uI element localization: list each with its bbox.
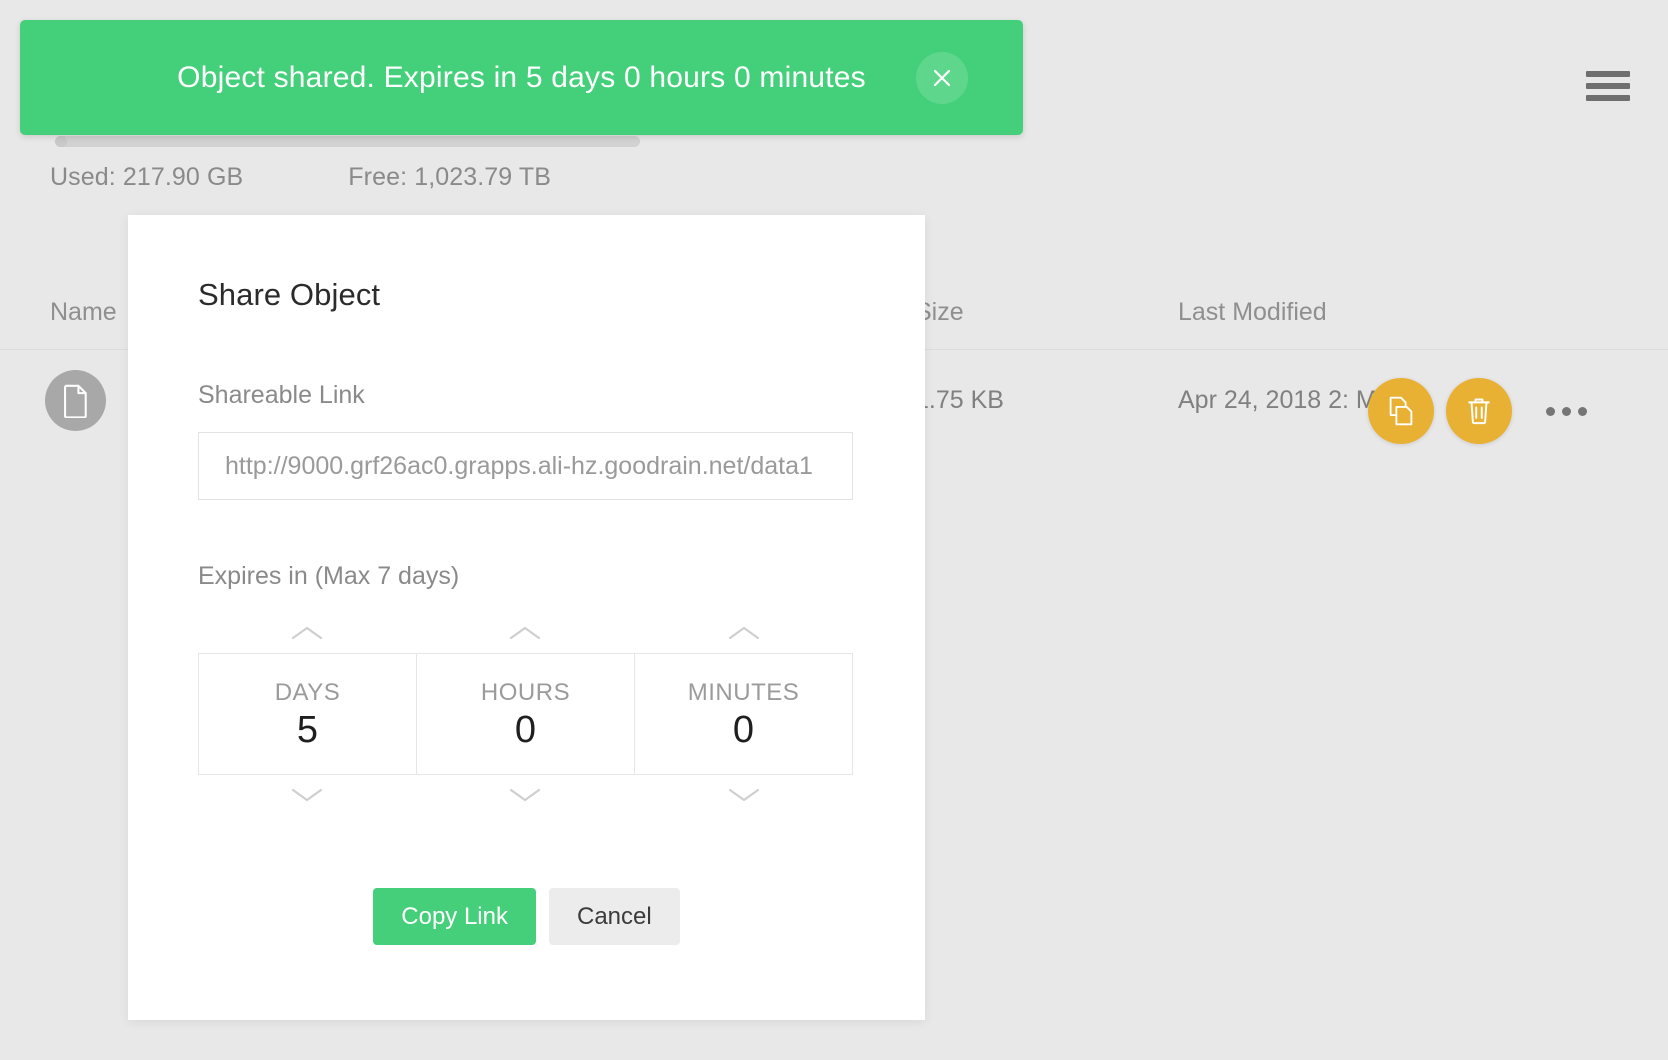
more-dot	[1562, 407, 1571, 416]
column-header-last-modified[interactable]: Last Modified	[1178, 298, 1327, 327]
chevron-up-icon[interactable]	[198, 613, 416, 653]
cell-size: 1.75 KB	[915, 386, 1004, 415]
cell-last-modified: Apr 24, 2018 2: M	[1178, 386, 1377, 415]
toast-message: Object shared. Expires in 5 days 0 hours…	[177, 61, 866, 95]
file-document-icon	[45, 370, 106, 431]
stepper-value-hours: 0	[515, 711, 536, 749]
expires-in-label: Expires in (Max 7 days)	[198, 562, 855, 591]
hamburger-bar	[1586, 95, 1630, 101]
chevron-down-icon[interactable]	[198, 775, 416, 815]
shareable-link-label: Shareable Link	[198, 381, 855, 410]
column-header-name[interactable]: Name	[50, 298, 117, 327]
storage-usage-bar	[55, 136, 640, 147]
hamburger-menu-icon[interactable]	[1586, 66, 1630, 106]
stepper-cell-hours[interactable]: HOURS 0	[417, 654, 635, 774]
storage-used-label: Used: 217.90 GB	[50, 163, 243, 192]
stepper-unit-label: MINUTES	[688, 679, 800, 707]
close-icon[interactable]	[916, 52, 968, 104]
modal-title: Share Object	[198, 277, 855, 313]
stepper-unit-label: DAYS	[275, 679, 341, 707]
storage-stats: Used: 217.90 GB Free: 1,023.79 TB	[50, 163, 551, 192]
chevron-down-icon[interactable]	[416, 775, 634, 815]
share-object-modal: Share Object Shareable Link Expires in (…	[128, 215, 925, 1020]
storage-free-label: Free: 1,023.79 TB	[348, 163, 551, 192]
stepper-decrement-row	[198, 775, 853, 815]
stepper-cell-minutes[interactable]: MINUTES 0	[635, 654, 852, 774]
stepper-value-minutes: 0	[733, 711, 754, 749]
stepper-value-days: 5	[297, 711, 318, 749]
stepper-values: DAYS 5 HOURS 0 MINUTES 0	[198, 653, 853, 775]
expiry-stepper: DAYS 5 HOURS 0 MINUTES 0	[198, 613, 853, 815]
chevron-up-icon[interactable]	[635, 613, 853, 653]
chevron-down-icon[interactable]	[635, 775, 853, 815]
more-dot	[1546, 407, 1555, 416]
row-action-buttons	[1368, 378, 1587, 444]
stepper-unit-label: HOURS	[481, 679, 570, 707]
storage-usage-fill	[55, 136, 67, 147]
shareable-link-input[interactable]	[198, 432, 853, 500]
modal-body: Share Object Shareable Link Expires in (…	[128, 215, 925, 945]
more-dot	[1578, 407, 1587, 416]
cancel-button[interactable]: Cancel	[549, 888, 680, 945]
share-success-toast: Object shared. Expires in 5 days 0 hours…	[20, 20, 1023, 135]
hamburger-bar	[1586, 83, 1630, 89]
hamburger-bar	[1586, 71, 1630, 77]
copy-link-button[interactable]: Copy Link	[373, 888, 536, 945]
stepper-cell-days[interactable]: DAYS 5	[199, 654, 417, 774]
chevron-up-icon[interactable]	[416, 613, 634, 653]
copy-duplicate-icon[interactable]	[1368, 378, 1434, 444]
stepper-increment-row	[198, 613, 853, 653]
modal-footer-actions: Copy Link Cancel	[198, 888, 855, 945]
more-horizontal-icon[interactable]	[1546, 407, 1587, 416]
trash-icon[interactable]	[1446, 378, 1512, 444]
